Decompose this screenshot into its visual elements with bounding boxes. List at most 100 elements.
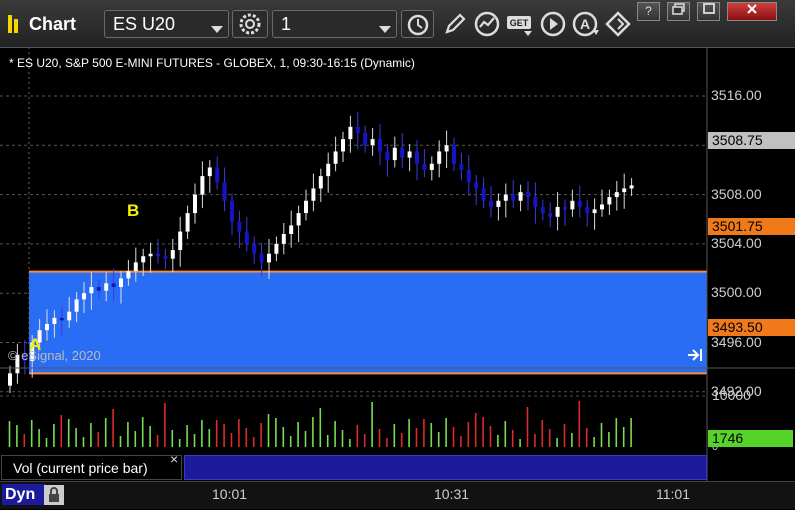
volume-series — [8, 401, 632, 447]
candle-body — [629, 185, 634, 189]
time-tick-label: 10:31 — [434, 486, 470, 502]
candle-body — [296, 213, 301, 226]
scroll-to-end-icon[interactable] — [687, 348, 703, 367]
gear-icon — [238, 12, 262, 41]
candle-body — [548, 213, 553, 217]
candle-body — [503, 194, 508, 201]
candle-body — [156, 253, 160, 257]
candle-body — [267, 253, 271, 263]
candle-body — [466, 169, 471, 183]
time-tick-label: 11:01 — [656, 486, 690, 502]
candle-body — [89, 287, 94, 294]
title-bar: Chart ES U20 1 GET A ? — [0, 0, 795, 48]
candle-body — [607, 197, 612, 205]
alert-icon[interactable]: A — [571, 10, 601, 38]
restore-button[interactable] — [667, 2, 690, 21]
pencil-icon[interactable] — [441, 10, 469, 38]
candle-body — [378, 139, 382, 152]
interval-value: 1 — [281, 14, 292, 34]
candle-body — [111, 283, 116, 288]
candle-body — [385, 151, 390, 161]
candle-body — [185, 213, 190, 232]
candle-body — [481, 188, 486, 201]
candle-body — [259, 253, 264, 263]
candle-body — [59, 317, 64, 321]
current-volume-tag: 1746 — [708, 430, 793, 447]
candle-body — [511, 194, 516, 201]
candle-body — [281, 234, 286, 244]
time-tick-label: 10:01 — [212, 486, 248, 502]
last-price-tag: 3508.75 — [708, 132, 795, 149]
candle-body — [333, 151, 338, 164]
get-icon[interactable]: GET — [505, 10, 535, 38]
maximize-button[interactable] — [697, 2, 720, 21]
candle-body — [400, 147, 405, 158]
close-button[interactable] — [727, 2, 777, 21]
candle-body — [222, 182, 227, 201]
highlight-zone — [29, 271, 707, 374]
candle-body — [407, 151, 412, 158]
symbol-selector[interactable]: ES U20 — [104, 10, 229, 38]
candle-body — [126, 271, 131, 279]
candle-body — [52, 317, 57, 325]
candle-body — [274, 243, 279, 254]
candle-body — [341, 139, 345, 152]
candle-body — [600, 204, 604, 210]
time-axis[interactable]: Dyn 10:01 10:31 11:01 — [0, 481, 795, 509]
candle-body — [577, 200, 582, 207]
candle-body — [540, 206, 545, 214]
candle-body — [370, 139, 375, 146]
candle-body — [585, 206, 590, 214]
clock-icon — [406, 13, 430, 42]
candle-body — [74, 299, 79, 312]
symbol-settings-button[interactable] — [232, 10, 268, 38]
candle-body — [252, 243, 257, 254]
candle-body — [200, 176, 205, 195]
candle-body — [96, 287, 101, 291]
indicator-panel — [184, 455, 707, 480]
lock-icon[interactable] — [44, 485, 64, 505]
candle-body — [244, 231, 249, 244]
candle-body — [230, 200, 234, 222]
study-icon[interactable] — [473, 10, 501, 38]
candle-body — [237, 221, 242, 232]
symbol-value: ES U20 — [113, 14, 176, 34]
candle-body — [141, 256, 146, 263]
candle-body — [304, 200, 308, 214]
candle-body — [8, 373, 12, 386]
chevron-down-icon — [211, 21, 223, 39]
play-icon[interactable] — [539, 10, 567, 38]
candle-body — [82, 293, 86, 300]
candle-body — [318, 176, 323, 189]
price-chart[interactable] — [0, 47, 795, 481]
zone-upper-price-tag: 3501.75 — [708, 218, 795, 235]
candle-body — [133, 262, 138, 272]
indicator-label-box[interactable]: Vol (current price bar) — [1, 455, 182, 480]
price-tick-label: 3508.00 — [711, 185, 762, 202]
candle-body — [563, 206, 567, 210]
chart-app-icon — [8, 13, 22, 35]
candle-body — [193, 194, 197, 214]
candle-body — [119, 278, 123, 288]
link-icon[interactable] — [604, 10, 632, 38]
candle-body — [45, 324, 49, 331]
indicator-label: Vol (current price bar) — [13, 460, 148, 476]
candle-body — [67, 311, 72, 321]
help-button[interactable]: ? — [637, 2, 660, 21]
restore-icon — [671, 3, 686, 18]
zone-lower-price-tag: 3493.50 — [708, 319, 795, 336]
indicator-close-icon[interactable]: × — [170, 451, 178, 467]
candle-body — [489, 200, 493, 207]
interval-clock-button[interactable] — [401, 10, 434, 38]
candle-body — [311, 188, 316, 201]
candle-body — [148, 253, 153, 257]
interval-selector[interactable]: 1 — [272, 10, 397, 38]
candle-body — [429, 163, 434, 170]
close-icon — [746, 4, 758, 18]
candle-body — [444, 145, 449, 152]
candle-body — [326, 163, 331, 177]
maximize-icon — [702, 3, 715, 18]
candle-body — [526, 192, 530, 198]
dynamic-mode-label[interactable]: Dyn — [2, 484, 46, 505]
candle-body — [422, 163, 427, 170]
